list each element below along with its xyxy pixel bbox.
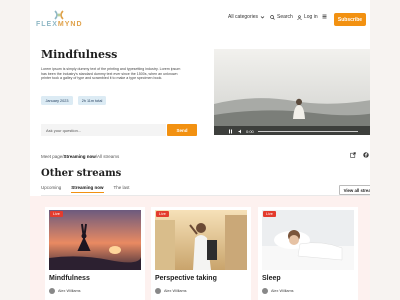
video-time: 0:00: [246, 129, 254, 134]
logo-text: FLEXMYND: [36, 21, 83, 28]
view-all-streams-button[interactable]: View all streams →: [339, 185, 370, 195]
breadcrumb-meet-page[interactable]: Meet page/: [41, 154, 64, 159]
header: FLEXMYND All categories Search Log in Su…: [30, 0, 370, 40]
facebook-icon[interactable]: [363, 152, 369, 158]
stream-author: Alex Williams: [49, 288, 81, 294]
stream-thumbnail: [155, 210, 247, 270]
stream-author: Alex Williams: [262, 288, 294, 294]
tab-the-last[interactable]: The last: [114, 185, 130, 193]
avatar: [49, 288, 55, 294]
stream-author: Alex Williams: [155, 288, 187, 294]
duration-tag: 2h 11m total: [78, 96, 106, 105]
search-icon: [270, 14, 275, 20]
login-label: Log in: [304, 14, 318, 20]
stream-title: Perspective taking: [155, 275, 217, 282]
progress-bar[interactable]: [257, 131, 358, 132]
user-icon: [297, 14, 302, 20]
breadcrumb: Meet page/Streaming now/All streams: [41, 154, 119, 159]
video-thumbnail: [214, 49, 370, 135]
avatar: [262, 288, 268, 294]
categories-label: All categories: [228, 14, 259, 20]
logo-icon: [54, 10, 64, 20]
breadcrumb-streaming-now[interactable]: Streaming now: [64, 154, 96, 159]
stream-thumbnail: [262, 210, 354, 270]
search-link[interactable]: Search: [270, 14, 293, 20]
date-tag: January 2023: [41, 96, 73, 105]
share-icon[interactable]: [350, 152, 356, 158]
stream-title: Sleep: [262, 275, 281, 282]
tab-upcoming[interactable]: Upcoming: [41, 185, 61, 193]
volume-icon[interactable]: [238, 129, 243, 134]
author-name: Alex Williams: [164, 289, 187, 293]
chevron-down-icon: [260, 15, 265, 19]
stream-thumbnail: [49, 210, 141, 270]
tab-streaming-now[interactable]: Streaming now: [71, 185, 104, 193]
login-link[interactable]: Log in: [297, 14, 318, 20]
stream-card[interactable]: Live Sleep Alex Williams: [258, 207, 358, 300]
description: Lorem ipsum is simply dummy text of the …: [41, 67, 181, 81]
page: FLEXMYND All categories Search Log in Su…: [30, 0, 370, 300]
breadcrumb-all-streams[interactable]: /All streams: [96, 154, 120, 159]
categories-dropdown[interactable]: All categories: [228, 14, 265, 20]
search-label: Search: [277, 14, 293, 20]
send-button[interactable]: Send: [167, 124, 197, 136]
stream-title: Mindfulness: [49, 275, 90, 282]
video-player[interactable]: 0:00: [214, 49, 370, 135]
live-badge: Live: [50, 211, 63, 217]
section-title: Other streams: [41, 168, 122, 179]
pause-icon[interactable]: [228, 129, 233, 134]
page-title: Mindfulness: [41, 48, 118, 61]
logo[interactable]: FLEXMYND: [36, 9, 96, 33]
menu-icon: [322, 14, 327, 19]
stream-tabs: Upcoming Streaming now The last: [41, 185, 130, 193]
live-badge: Live: [263, 211, 276, 217]
avatar: [155, 288, 161, 294]
menu-button[interactable]: [322, 14, 327, 19]
video-controls: 0:00: [214, 128, 370, 135]
subscribe-button[interactable]: Subscribe: [334, 13, 366, 26]
stream-card[interactable]: Live Perspective taking Alex Williams: [151, 207, 251, 300]
question-input[interactable]: Ask your question...: [41, 124, 166, 136]
author-name: Alex Williams: [58, 289, 81, 293]
live-badge: Live: [156, 211, 169, 217]
author-name: Alex Williams: [271, 289, 294, 293]
stream-card[interactable]: Live Mindfulness Alex Williams: [45, 207, 145, 300]
